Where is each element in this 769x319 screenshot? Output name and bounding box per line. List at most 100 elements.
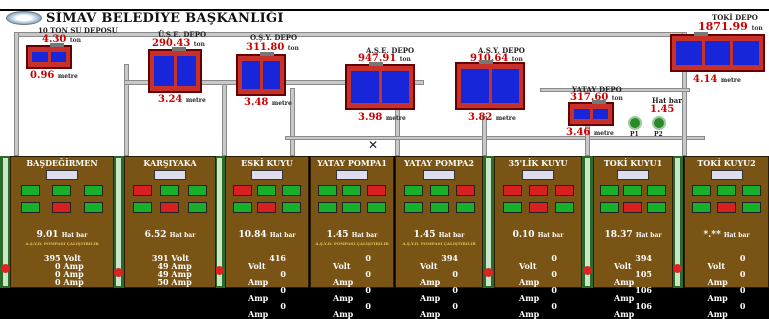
start-button[interactable] — [403, 202, 423, 213]
tank-level-unit: metre — [720, 77, 741, 84]
station-toki-kuyu1[interactable]: TOKİ KUYU1 18.37 Hat bar 394 Volt 105 Amp… — [593, 156, 673, 318]
station-display — [336, 170, 368, 180]
hat-value: 1.45 — [650, 104, 675, 115]
pressure-unit: Hat bar — [537, 232, 564, 239]
tank-level: 3.48 — [244, 97, 269, 108]
station-name: ESKİ KUYU — [241, 158, 293, 168]
tank-10-ton[interactable] — [26, 43, 72, 69]
station-karsiyaka[interactable]: KARŞIYAKA 6.52 Hat bar 391 Volt 49 Amp 49 … — [124, 156, 216, 288]
amp-unit: Amp — [519, 309, 540, 319]
stop-button[interactable] — [52, 202, 72, 213]
station-name: TOKİ KUYU2 — [697, 158, 756, 168]
auto-button[interactable] — [742, 202, 761, 213]
tank-use-depo[interactable] — [148, 47, 202, 93]
amp-value: 0 — [365, 301, 371, 311]
valve-cross-icon: ✕ — [368, 138, 379, 152]
pressure-unit: Hat bar — [351, 232, 378, 239]
amp-unit: Amp — [707, 293, 728, 303]
amp-unit: Amp — [614, 309, 635, 319]
station-toki-kuyu2[interactable]: TOKİ KUYU2 *.** Hat bar 0 Volt 0 Amp 0 Amp… — [684, 156, 769, 318]
amp-unit: Amp — [420, 309, 441, 319]
auto-button[interactable] — [455, 202, 475, 213]
station-name: KARŞIYAKA — [143, 158, 197, 168]
amp-value: 0 — [551, 301, 557, 311]
amp-unit: Amp — [248, 309, 269, 319]
start-button[interactable] — [502, 202, 522, 213]
auto-button[interactable] — [554, 202, 574, 213]
stop-button[interactable] — [160, 202, 180, 213]
station-35lik-kuyu[interactable]: 35'LİK KUYU 0.10 Hat bar 0 Volt 0 Amp 0 Am… — [494, 156, 582, 318]
tank-yatay-depo[interactable] — [568, 100, 614, 126]
pressure-unit: Hat bar — [438, 232, 465, 239]
auto-button[interactable] — [367, 202, 387, 213]
station-name: YATAY POMPA2 — [404, 158, 474, 168]
station-note: A.Ş.Y.D. POMPASI ÇALIŞTIRILIR — [315, 241, 389, 246]
tank-level-unit: metre — [385, 115, 406, 122]
pressure-unit: Hat bar — [61, 232, 88, 239]
station-basdegirmen[interactable]: BAŞDEĞİRMEN 9.01 Hat bar A.Ş.Y.D. POMPAS… — [10, 156, 114, 288]
stop-button[interactable] — [429, 202, 449, 213]
pressure-value: 9.01 — [36, 230, 59, 240]
pipe-karsiyaka — [124, 64, 129, 156]
page-title: SİMAV BELEDİYE BAŞKANLIĞI — [46, 11, 284, 26]
tank-unit: ton — [751, 25, 763, 32]
amp-value: 106 — [635, 301, 652, 311]
auto-button[interactable] — [187, 202, 207, 213]
stop-button[interactable] — [623, 202, 643, 213]
amp-unit: Amp — [420, 293, 441, 303]
stop-button[interactable] — [342, 202, 362, 213]
station-name: 35'LİK KUYU — [508, 158, 568, 168]
station-display — [46, 170, 78, 180]
amp-unit: Amp — [519, 293, 540, 303]
stop-button[interactable] — [717, 202, 736, 213]
tank-toki-depo[interactable] — [670, 32, 765, 72]
tank-osy-depo[interactable] — [236, 52, 286, 96]
pressure-value: 18.37 — [604, 230, 633, 240]
stop-button[interactable] — [257, 202, 277, 213]
pump-p2-icon[interactable] — [652, 116, 666, 130]
amp-unit: Amp — [614, 293, 635, 303]
pressure-unit: Hat bar — [723, 232, 750, 239]
municipality-logo — [6, 11, 42, 25]
station-yatay-pompa2[interactable]: YATAY POMPA2 1.45 Hat bar A.Ş.Y.D. POMPA… — [395, 156, 483, 318]
tank-level: 3.82 — [468, 112, 493, 123]
station-display — [154, 170, 186, 180]
tank-ase-depo[interactable] — [345, 62, 415, 110]
auto-button[interactable] — [282, 202, 302, 213]
station-display — [522, 170, 554, 180]
start-button[interactable] — [133, 202, 153, 213]
pressure-value: 0.10 — [512, 230, 535, 240]
station-note: A.Ş.Y.D. POMPASI ÇALIŞTIRILIR — [25, 241, 99, 246]
auto-button[interactable] — [646, 202, 666, 213]
tank-level: 3.46 — [566, 127, 591, 138]
tank-asy-depo[interactable] — [455, 60, 525, 110]
start-button[interactable] — [232, 202, 252, 213]
station-yatay-pompa1[interactable]: YATAY POMPA1 1.45 Hat bar A.Ş.Y.D. POMPA… — [310, 156, 394, 318]
tank-unit: ton — [69, 37, 81, 44]
start-button[interactable] — [317, 202, 337, 213]
pump-p1-icon[interactable] — [628, 116, 642, 130]
station-panel-row: BAŞDEĞİRMEN 9.01 Hat bar A.Ş.Y.D. POMPAS… — [0, 156, 769, 318]
station-eski-kuyu[interactable]: ESKİ KUYU 10.84 Hat bar 416 Volt 0 Amp 0 A… — [225, 156, 309, 318]
tank-unit: ton — [287, 45, 299, 52]
amp-unit: Amp — [333, 309, 354, 319]
amp-value: 0 — [739, 301, 746, 311]
pump-p1-label: P1 — [630, 131, 639, 138]
pressure-value: *.** — [703, 230, 721, 240]
start-button[interactable] — [600, 202, 620, 213]
tank-level-unit: metre — [495, 115, 516, 122]
tank-level: 3.24 — [158, 94, 183, 105]
pump-p2-label: P2 — [654, 131, 663, 138]
start-button[interactable] — [692, 202, 711, 213]
amp-unit: Amp — [171, 277, 192, 287]
tank-level-unit: metre — [593, 130, 614, 137]
stop-button[interactable] — [528, 202, 548, 213]
amp-unit: Amp — [333, 293, 354, 303]
pressure-unit: Hat bar — [635, 232, 662, 239]
auto-button[interactable] — [83, 202, 103, 213]
tank-unit: ton — [611, 95, 623, 102]
pipe-basdegirmen — [14, 32, 19, 156]
tank-unit: ton — [193, 41, 205, 48]
start-button[interactable] — [21, 202, 41, 213]
amp-value: 50 — [157, 277, 169, 287]
